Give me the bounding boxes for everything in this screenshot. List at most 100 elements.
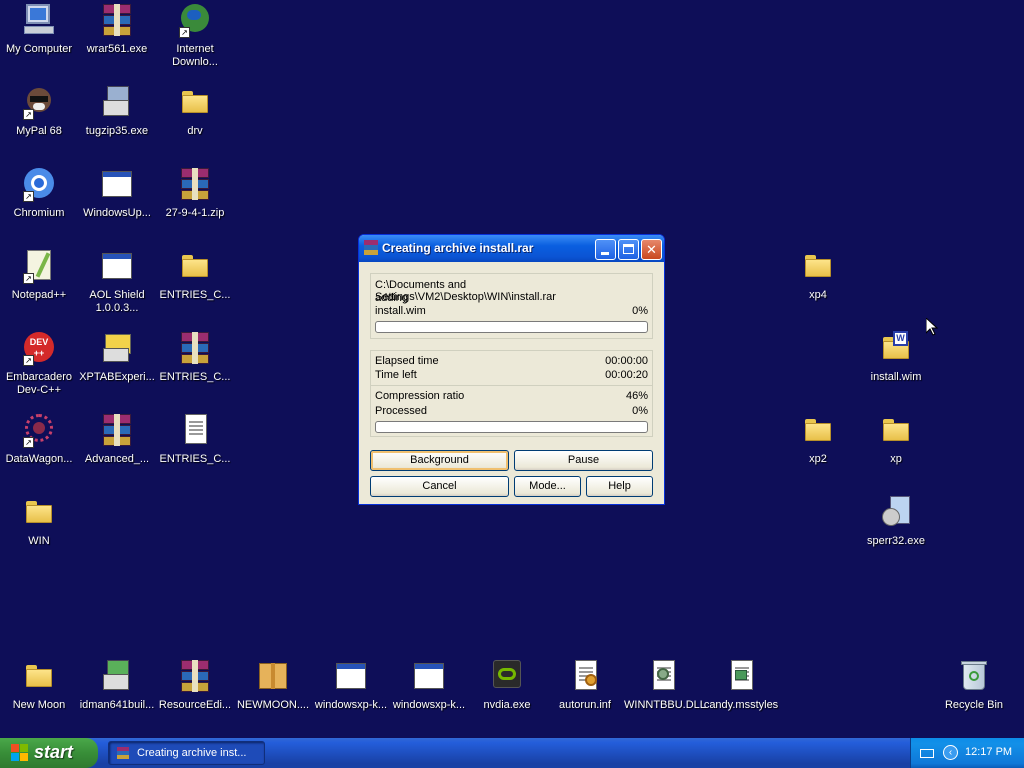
desktop-icon-newmoon-pkg[interactable]: NEWMOON.... [234, 658, 312, 712]
show-hidden-icons-chevron-icon[interactable]: ‹ [943, 745, 958, 760]
icon-label: Notepad++ [11, 289, 67, 301]
desktop-icon-xp4[interactable]: xp4 [779, 248, 857, 302]
desktop-icon-drv[interactable]: drv [156, 84, 234, 138]
elapsed-time-value: 00:00:00 [605, 355, 648, 367]
setup-cd-icon [878, 494, 914, 530]
desktop-icon-nvidia[interactable]: nvdia.exe [468, 658, 546, 712]
desktop-icon-idman[interactable]: idman641buil... [78, 658, 156, 712]
wim-file-icon: W [878, 330, 914, 366]
shortcut-arrow-icon: ↗ [23, 273, 34, 284]
desktop-icon-windowsxp-k2[interactable]: windowsxp-k... [390, 658, 468, 712]
taskbar-item-creating-archive[interactable]: Creating archive inst... [108, 741, 265, 765]
installer-icon [99, 330, 135, 366]
raccoon-icon: ↗ [21, 84, 57, 120]
folder-icon [177, 248, 213, 284]
desktop-icon-tugzip[interactable]: tugzip35.exe [78, 84, 156, 138]
winrar-icon [99, 2, 135, 38]
icon-label: ENTRIES_C... [159, 289, 231, 301]
desktop-icon-notepad[interactable]: ↗ Notepad++ [0, 248, 78, 302]
desktop-icon-zip[interactable]: 27-9-4-1.zip [156, 166, 234, 220]
desktop-icon-mypal[interactable]: ↗ MyPal 68 [0, 84, 78, 138]
icon-label: xp [890, 453, 902, 465]
desktop-icon-aol[interactable]: AOL Shield 1.0.0.3... [78, 248, 156, 315]
mode-button[interactable]: Mode... [514, 476, 581, 497]
icon-label: XPTABExperi... [79, 371, 155, 383]
compression-ratio-label: Compression ratio [375, 390, 465, 402]
desktop-icon-xptab[interactable]: XPTABExperi... [78, 330, 156, 384]
desktop-icon-datawagon[interactable]: ↗ DataWagon... [0, 412, 78, 466]
desktop-icon-sperr[interactable]: sperr32.exe [857, 494, 935, 548]
folder-icon [800, 412, 836, 448]
close-button[interactable]: ✕ [641, 239, 662, 260]
time-left-value: 00:00:20 [605, 369, 648, 381]
desktop-icon-recycle-bin[interactable]: Recycle Bin [935, 658, 1013, 712]
desktop-icon-entries1[interactable]: ENTRIES_C... [156, 248, 234, 302]
settings-file-icon [567, 658, 603, 694]
help-button[interactable]: Help [586, 476, 653, 497]
pause-button[interactable]: Pause [514, 450, 653, 471]
icon-label: 27-9-4-1.zip [165, 207, 225, 219]
computer-icon [21, 2, 57, 38]
notepad-plus-icon: ↗ [21, 248, 57, 284]
folder-icon [177, 84, 213, 120]
icon-label: candy.msstyles [703, 699, 779, 711]
desktop-icon-devcpp[interactable]: DEV ++ ↗ Embarcadero Dev-C++ [0, 330, 78, 397]
desktop-icon-wrar[interactable]: wrar561.exe [78, 2, 156, 56]
desktop-icon-xp2[interactable]: xp2 [779, 412, 857, 466]
start-button[interactable]: start [0, 738, 98, 768]
icon-label: ENTRIES_C... [159, 371, 231, 383]
folder-icon [21, 494, 57, 530]
folder-icon [878, 412, 914, 448]
minimize-button[interactable] [595, 239, 616, 260]
desktop-icon-chromium[interactable]: ↗ Chromium [0, 166, 78, 220]
windows-logo-icon [11, 744, 29, 762]
icon-label: Embarcadero Dev-C++ [5, 371, 73, 396]
desktop-icon-entries2[interactable]: ENTRIES_C... [156, 330, 234, 384]
desktop-icon-advanced[interactable]: Advanced_... [78, 412, 156, 466]
desktop-icon-windowsxp-k1[interactable]: windowsxp-k... [312, 658, 390, 712]
winrar-icon [364, 240, 378, 255]
desktop-icon-resedit[interactable]: ResourceEdi... [156, 658, 234, 712]
icon-label: WINNTBBU.DLL [624, 699, 706, 711]
icon-label: xp4 [809, 289, 827, 301]
theme-file-icon [723, 658, 759, 694]
desktop-icon-new-moon[interactable]: New Moon [0, 658, 78, 712]
desktop-icon-win[interactable]: WIN [0, 494, 78, 548]
desktop-icon-my-computer[interactable]: My Computer [0, 2, 78, 56]
dialog-titlebar[interactable]: Creating archive install.rar ✕ [359, 235, 664, 262]
recycle-bin-icon [956, 658, 992, 694]
background-button[interactable]: Background [370, 450, 509, 471]
icon-label: My Computer [5, 43, 73, 55]
shortcut-arrow-icon: ↗ [23, 355, 34, 366]
icon-label: Recycle Bin [944, 699, 1004, 711]
shortcut-arrow-icon: ↗ [23, 109, 34, 120]
chromium-icon: ↗ [21, 166, 57, 202]
file-progress-group: C:\Documents and Settings\VM2\Desktop\WI… [370, 273, 653, 339]
desktop-icon-idm[interactable]: ↗ Internet Downlo... [156, 2, 234, 69]
desktop-icon-windowsup[interactable]: WindowsUp... [78, 166, 156, 220]
taskbar-item-label: Creating archive inst... [137, 747, 247, 759]
stats-group: Elapsed time 00:00:00 Time left 00:00:20… [370, 350, 653, 437]
desktop-icon-xp[interactable]: xp [857, 412, 935, 466]
icon-label: AOL Shield 1.0.0.3... [89, 289, 145, 314]
datawagon-icon: ↗ [21, 412, 57, 448]
desktop-icon-autorun[interactable]: autorun.inf [546, 658, 624, 712]
icon-label: wrar561.exe [86, 43, 148, 55]
clock[interactable]: 12:17 PM [965, 746, 1012, 758]
stats-divider [371, 385, 652, 386]
mouse-cursor-icon [926, 318, 938, 336]
document-icon [177, 412, 213, 448]
desktop-icon-install-wim[interactable]: W install.wim [857, 330, 935, 384]
folder-icon [800, 248, 836, 284]
icon-label: idman641buil... [79, 699, 155, 711]
cancel-button[interactable]: Cancel [370, 476, 509, 497]
keyboard-icon[interactable] [920, 749, 934, 758]
icon-label: windowsxp-k... [314, 699, 388, 711]
desktop-icon-entries3[interactable]: ENTRIES_C... [156, 412, 234, 466]
installer-icon [99, 84, 135, 120]
winrar-icon [177, 658, 213, 694]
desktop-icon-candy[interactable]: candy.msstyles [702, 658, 780, 712]
start-label: start [34, 742, 74, 762]
desktop-icon-winntbbu[interactable]: WINNTBBU.DLL [624, 658, 706, 712]
maximize-button[interactable] [618, 239, 639, 260]
